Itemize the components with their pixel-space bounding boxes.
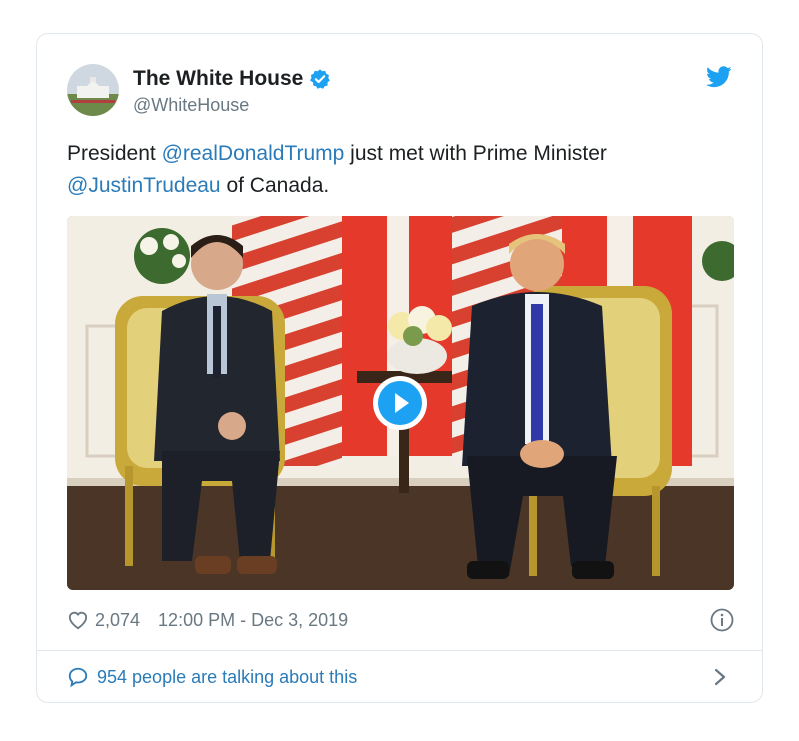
account-name[interactable]: The White House	[133, 67, 303, 91]
timestamp[interactable]: 12:00 PM - Dec 3, 2019	[158, 610, 348, 631]
like-count[interactable]: 2,074	[95, 610, 140, 631]
tweet-text-middle: just met with Prime Minister	[344, 142, 607, 165]
tweet-text-prefix: President	[67, 142, 162, 165]
chevron-right-icon[interactable]	[712, 666, 728, 688]
verified-badge-icon	[310, 69, 331, 89]
heart-icon[interactable]	[67, 610, 89, 630]
conversation-link[interactable]: 954 people are talking about this	[67, 666, 357, 688]
mention-trump-link[interactable]: @realDonaldTrump	[162, 142, 345, 165]
speech-bubble-icon	[68, 667, 88, 688]
conversation-text[interactable]: 954 people are talking about this	[97, 667, 357, 688]
account-handle[interactable]: @WhiteHouse	[133, 95, 249, 116]
account-name-row[interactable]: The White House	[133, 67, 331, 91]
avatar[interactable]	[67, 64, 119, 116]
video-player[interactable]	[67, 216, 734, 590]
tweet-meta: 2,074 12:00 PM - Dec 3, 2019	[67, 607, 734, 633]
divider	[37, 650, 762, 651]
tweet-card: The White House @WhiteHouse President @r…	[36, 33, 763, 703]
mention-trudeau-link[interactable]: @JustinTrudeau	[67, 174, 221, 197]
twitter-bird-icon[interactable]	[706, 66, 732, 88]
play-icon[interactable]	[372, 375, 428, 431]
tweet-text: President @realDonaldTrump just met with…	[67, 138, 727, 202]
info-icon[interactable]	[710, 608, 734, 632]
tweet-text-suffix: of Canada.	[220, 174, 330, 197]
